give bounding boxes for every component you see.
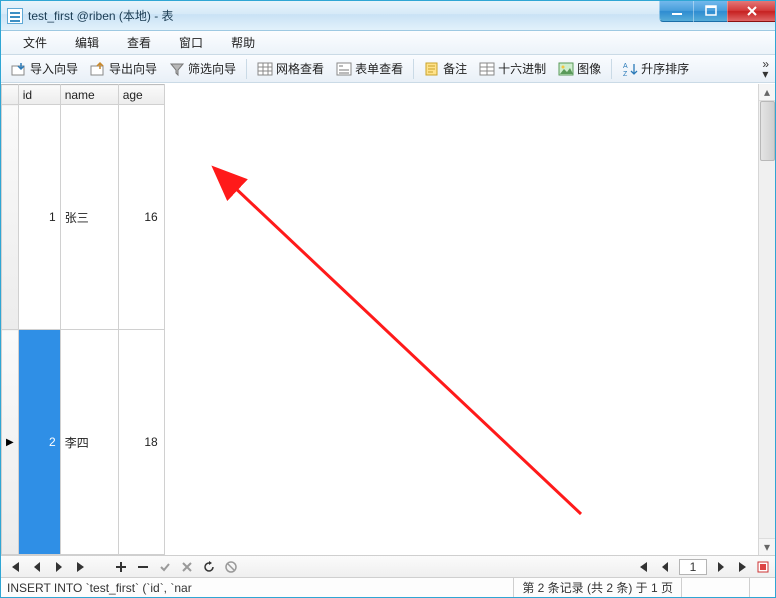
image-icon — [558, 61, 574, 77]
minimize-icon — [671, 5, 683, 17]
toolbar-overflow-button[interactable]: »▾ — [762, 59, 769, 79]
import-wizard-button[interactable]: 导入向导 — [5, 57, 84, 81]
nav-apply-button[interactable] — [157, 559, 173, 575]
scroll-up-button[interactable]: ▴ — [759, 84, 775, 101]
maximize-icon — [705, 5, 717, 17]
page-number-input[interactable]: 1 — [679, 559, 707, 575]
status-sql-text: INSERT INTO `test_first` (`id`, `nar — [7, 581, 192, 595]
filter-wizard-button[interactable]: 筛选向导 — [163, 57, 242, 81]
cell-id[interactable]: 1 — [18, 105, 60, 330]
menu-bar: 文件 编辑 查看 窗口 帮助 — [1, 31, 775, 55]
cell-age[interactable]: 16 — [118, 105, 164, 330]
page-prev-button[interactable] — [657, 559, 673, 575]
import-icon — [11, 61, 27, 77]
image-button[interactable]: 图像 — [552, 57, 607, 81]
nav-last-button[interactable] — [73, 559, 89, 575]
menu-help[interactable]: 帮助 — [217, 31, 269, 55]
cell-name[interactable]: 李四 — [60, 330, 118, 555]
export-wizard-label: 导出向导 — [109, 60, 157, 77]
hex-icon — [479, 61, 495, 77]
form-view-label: 表单查看 — [355, 60, 403, 77]
nav-cancel-button[interactable] — [179, 559, 195, 575]
svg-text:Z: Z — [623, 71, 628, 77]
nav-stop-button[interactable] — [223, 559, 239, 575]
hex-label: 十六进制 — [498, 60, 546, 77]
column-header-name[interactable]: name — [60, 85, 118, 105]
settings-icon[interactable] — [757, 561, 769, 573]
menu-edit[interactable]: 编辑 — [61, 31, 113, 55]
nav-add-button[interactable] — [113, 559, 129, 575]
export-icon — [90, 61, 106, 77]
cell-name[interactable]: 张三 — [60, 105, 118, 330]
nav-left-group — [7, 559, 239, 575]
menu-file[interactable]: 文件 — [9, 31, 61, 55]
close-icon — [745, 5, 759, 17]
menu-window[interactable]: 窗口 — [165, 31, 217, 55]
memo-button[interactable]: 备注 — [418, 57, 473, 81]
vertical-scrollbar[interactable]: ▴ ▾ — [758, 84, 775, 555]
toolbar-separator — [413, 59, 414, 79]
page-first-button[interactable] — [635, 559, 651, 575]
nav-next-button[interactable] — [51, 559, 67, 575]
cell-id[interactable]: 2 — [18, 330, 60, 555]
page-next-button[interactable] — [713, 559, 729, 575]
import-wizard-label: 导入向导 — [30, 60, 78, 77]
table-row[interactable]: 1 张三 16 — [2, 105, 165, 330]
sort-asc-button[interactable]: AZ 升序排序 — [616, 57, 695, 81]
toolbar: 导入向导 导出向导 筛选向导 网格查看 表单查看 — [1, 55, 775, 83]
nav-right-group: 1 — [635, 559, 769, 575]
grid-view-button[interactable]: 网格查看 — [251, 57, 330, 81]
nav-remove-button[interactable] — [135, 559, 151, 575]
close-button[interactable] — [727, 1, 775, 22]
grid-icon — [257, 61, 273, 77]
grid-view-label: 网格查看 — [276, 60, 324, 77]
svg-text:A: A — [623, 63, 628, 70]
memo-label: 备注 — [443, 60, 467, 77]
maximize-button[interactable] — [693, 1, 727, 22]
column-header-age[interactable]: age — [118, 85, 164, 105]
status-pane — [749, 578, 769, 597]
toolbar-separator — [611, 59, 612, 79]
data-table[interactable]: id name age 1 张三 16 ▶ 2 李四 18 — [1, 84, 165, 555]
cell-age[interactable]: 18 — [118, 330, 164, 555]
table-row[interactable]: ▶ 2 李四 18 — [2, 330, 165, 555]
scroll-down-button[interactable]: ▾ — [759, 538, 775, 555]
nav-refresh-button[interactable] — [201, 559, 217, 575]
toolbar-separator — [246, 59, 247, 79]
export-wizard-button[interactable]: 导出向导 — [84, 57, 163, 81]
row-marker — [2, 105, 19, 330]
title-bar: test_first @riben (本地) - 表 — [1, 1, 775, 31]
minimize-button[interactable] — [659, 1, 693, 22]
app-window: test_first @riben (本地) - 表 文件 编辑 查看 窗口 帮… — [0, 0, 776, 598]
row-marker-header — [2, 85, 19, 105]
sort-asc-icon: AZ — [622, 61, 638, 77]
menu-view[interactable]: 查看 — [113, 31, 165, 55]
nav-prev-button[interactable] — [29, 559, 45, 575]
form-icon — [336, 61, 352, 77]
row-marker-current: ▶ — [2, 330, 19, 555]
page-last-button[interactable] — [735, 559, 751, 575]
form-view-button[interactable]: 表单查看 — [330, 57, 409, 81]
sort-asc-label: 升序排序 — [641, 60, 689, 77]
grid-area: id name age 1 张三 16 ▶ 2 李四 18 — [1, 83, 775, 555]
scroll-thumb[interactable] — [760, 101, 775, 161]
filter-icon — [169, 61, 185, 77]
column-header-id[interactable]: id — [18, 85, 60, 105]
status-bar: INSERT INTO `test_first` (`id`, `nar 第 2… — [1, 577, 775, 597]
window-title: test_first @riben (本地) - 表 — [28, 7, 174, 24]
status-pane — [681, 578, 741, 597]
hex-button[interactable]: 十六进制 — [473, 57, 552, 81]
memo-icon — [424, 61, 440, 77]
record-navigator: 1 — [1, 555, 775, 577]
app-icon — [7, 8, 23, 24]
filter-wizard-label: 筛选向导 — [188, 60, 236, 77]
table-header-row: id name age — [2, 85, 165, 105]
nav-first-button[interactable] — [7, 559, 23, 575]
status-record-text: 第 2 条记录 (共 2 条) 于 1 页 — [513, 578, 673, 597]
image-label: 图像 — [577, 60, 601, 77]
window-buttons — [659, 1, 775, 22]
